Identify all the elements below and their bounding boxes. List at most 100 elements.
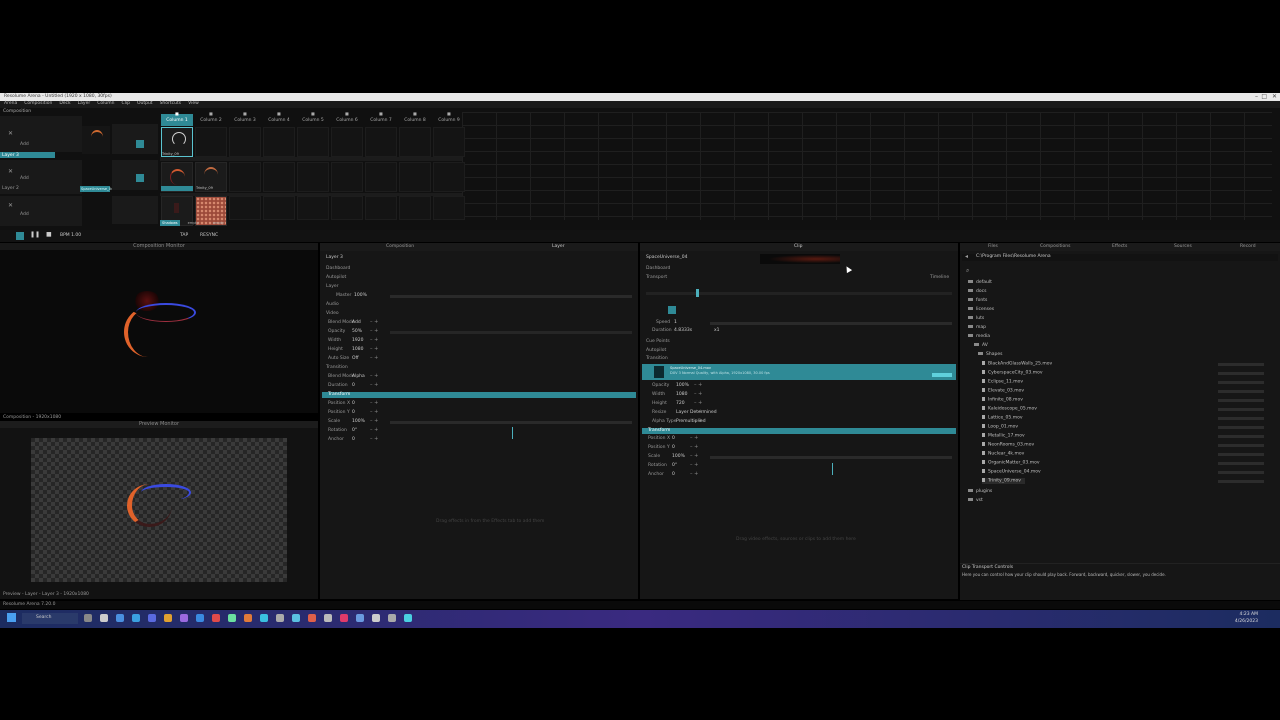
taskbar-app-icon[interactable]	[244, 614, 252, 622]
column-header-4[interactable]: Column 4 ■	[263, 111, 295, 126]
taskbar-app-icon[interactable]	[260, 614, 268, 622]
taskbar-app-icon[interactable]	[132, 614, 140, 622]
stepper-icon[interactable]: – +	[370, 409, 378, 415]
file-item[interactable]: Kaleidoscope_05.mov	[982, 406, 1264, 412]
clip-duration-mult[interactable]: x1	[714, 328, 720, 334]
column-header-5[interactable]: Column 5 ■	[297, 111, 329, 126]
column-trigger-icon[interactable]: ■	[413, 111, 417, 116]
menu-arena[interactable]: Arena	[4, 101, 17, 107]
layer-3-play-toggle[interactable]	[136, 140, 144, 148]
param-value[interactable]: 0	[352, 383, 355, 389]
file-item[interactable]: Trinity_09.mov	[982, 478, 1264, 484]
section-autopilot[interactable]: Autopilot	[326, 275, 346, 281]
file-item[interactable]: BlackAndGlassWalls_25.mov	[982, 361, 1264, 367]
transform-section-header[interactable]: Transform	[322, 392, 636, 398]
column-trigger-icon[interactable]: ■	[175, 111, 179, 116]
column-trigger-icon[interactable]: ■	[277, 111, 281, 116]
taskbar-app-icon[interactable]	[324, 614, 332, 622]
taskbar-app-icon[interactable]	[340, 614, 348, 622]
layer-2-name[interactable]: Layer 2	[2, 186, 19, 192]
play-button[interactable]	[16, 232, 24, 240]
section-layer[interactable]: Layer	[326, 284, 339, 290]
stepper-icon[interactable]: – +	[694, 418, 702, 424]
param-value[interactable]: 0	[352, 437, 355, 443]
scale-slider[interactable]	[390, 421, 632, 424]
stepper-icon[interactable]: – +	[370, 346, 378, 352]
tap-button[interactable]: TAP	[180, 233, 188, 239]
file-item[interactable]: Infinite_08.mov	[982, 397, 1264, 403]
param-value[interactable]: 0°	[672, 463, 677, 469]
taskbar-app-icon[interactable]	[196, 614, 204, 622]
file-item[interactable]: NeonRooms_03.mov	[982, 442, 1264, 448]
menu-layer[interactable]: Layer	[78, 101, 91, 107]
timeline-slider[interactable]	[646, 292, 952, 295]
folder-item[interactable]: licenses	[968, 307, 994, 312]
stepper-icon[interactable]: – +	[370, 382, 378, 388]
clip-duration-value[interactable]: 4.8333s	[674, 328, 692, 334]
master-value[interactable]: 100%	[354, 293, 367, 299]
param-value[interactable]: 1080	[676, 392, 687, 398]
tab-layer[interactable]: Layer	[552, 244, 565, 250]
tab-clip[interactable]: Clip	[794, 244, 803, 250]
column-header-1[interactable]: Column 1 ■	[161, 111, 193, 126]
stepper-icon[interactable]: – +	[690, 471, 698, 477]
empty-clip-slot[interactable]	[229, 162, 261, 192]
taskbar-app-icon[interactable]	[292, 614, 300, 622]
param-value[interactable]: 50%	[352, 329, 362, 335]
file-item[interactable]: Lattice_05.mov	[982, 415, 1264, 421]
layer-1-blend[interactable]: Add	[20, 212, 29, 218]
section-video[interactable]: Video	[326, 311, 339, 317]
stepper-icon[interactable]: – +	[370, 355, 378, 361]
stepper-icon[interactable]: – +	[370, 436, 378, 442]
file-item[interactable]: Eclipse_11.mov	[982, 379, 1264, 385]
timeline-dropdown[interactable]: Timeline	[930, 275, 949, 281]
folder-item[interactable]: map	[968, 325, 986, 330]
column-trigger-icon[interactable]: ■	[345, 111, 349, 116]
column-header-3[interactable]: Column 3 ■	[229, 111, 261, 126]
param-value[interactable]: 100%	[352, 419, 365, 425]
folder-item[interactable]: docs	[968, 289, 986, 294]
taskbar-search[interactable]: Search	[22, 613, 78, 624]
back-arrow-icon[interactable]: ◂	[965, 253, 968, 260]
rotation-marker[interactable]	[512, 427, 513, 439]
close-layer-3-icon[interactable]: ✕	[8, 130, 13, 137]
empty-clip-slot[interactable]	[229, 127, 261, 157]
empty-clip-slot[interactable]	[331, 127, 363, 157]
empty-clip-slot[interactable]	[297, 162, 329, 192]
param-value[interactable]: 0°	[352, 428, 357, 434]
browser-tab-files[interactable]: Files	[988, 244, 998, 250]
column-header-6[interactable]: Column 6 ■	[331, 111, 363, 126]
taskbar-app-icon[interactable]	[404, 614, 412, 622]
column-header-2[interactable]: Column 2 ■	[195, 111, 227, 126]
column-trigger-icon[interactable]: ■	[243, 111, 247, 116]
tab-composition[interactable]: Composition	[386, 244, 414, 250]
menu-clip[interactable]: Clip	[121, 101, 130, 107]
browser-tab-record[interactable]: Record	[1240, 244, 1256, 250]
source-edit-icon[interactable]	[932, 373, 952, 377]
layer-1-controls[interactable]	[112, 196, 158, 224]
speed-slider[interactable]	[710, 322, 952, 325]
clip-play-forward-button[interactable]	[668, 306, 676, 314]
close-icon[interactable]: ✕	[1272, 93, 1277, 100]
stepper-icon[interactable]: – +	[690, 444, 698, 450]
taskbar-app-icon[interactable]	[84, 614, 92, 622]
empty-clip-slot[interactable]	[433, 127, 465, 157]
taskbar-app-icon[interactable]	[228, 614, 236, 622]
empty-clip-slot[interactable]	[365, 127, 397, 157]
stepper-icon[interactable]: – +	[370, 400, 378, 406]
menu-shortcuts[interactable]: Shortcuts	[160, 101, 182, 107]
clip-name-field[interactable]: SpaceUniverse_04	[646, 255, 687, 261]
param-value[interactable]: 0	[352, 410, 355, 416]
file-item[interactable]: SpaceUniverse_04.mov	[982, 469, 1264, 475]
bpm-display[interactable]: BPM 1.00	[60, 233, 81, 239]
stepper-icon[interactable]: – +	[690, 462, 698, 468]
param-value[interactable]: 100%	[672, 454, 685, 460]
clip-section-cuepoints[interactable]: Cue Points	[646, 339, 670, 345]
taskbar-app-icon[interactable]	[180, 614, 188, 622]
param-value[interactable]: 100%	[676, 383, 689, 389]
section-transition[interactable]: Transition	[326, 365, 348, 371]
empty-clip-slot[interactable]	[263, 196, 295, 220]
param-value[interactable]: Add	[352, 320, 361, 326]
taskbar-app-icon[interactable]	[100, 614, 108, 622]
layer-row-1[interactable]	[0, 196, 82, 226]
